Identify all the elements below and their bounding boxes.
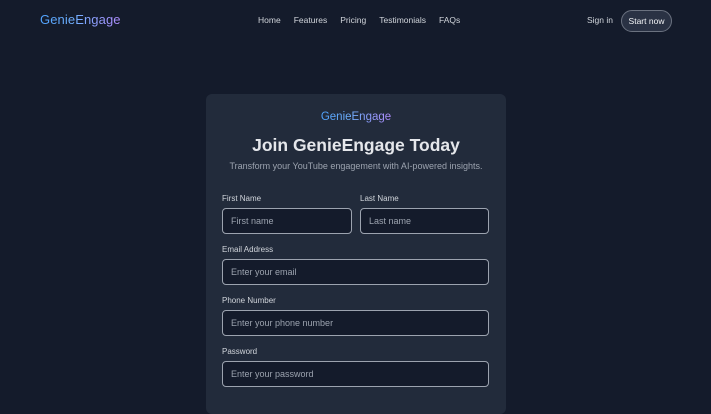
nav-link-pricing[interactable]: Pricing [340, 15, 366, 25]
signup-card: GenieEngage Join GenieEngage Today Trans… [206, 94, 506, 414]
phone-label: Phone Number [222, 296, 276, 305]
nav-link-home[interactable]: Home [258, 15, 281, 25]
nav-links: Home Features Pricing Testimonials FAQs [258, 15, 473, 25]
password-input[interactable] [222, 361, 489, 387]
email-input[interactable] [222, 259, 489, 285]
nav-link-faqs[interactable]: FAQs [439, 15, 460, 25]
last-name-label: Last Name [360, 194, 399, 203]
phone-input[interactable] [222, 310, 489, 336]
nav-link-features[interactable]: Features [294, 15, 328, 25]
email-label: Email Address [222, 245, 274, 254]
brand-logo[interactable]: GenieEngage [40, 12, 121, 27]
card-logo-text: GenieEngage [320, 111, 392, 123]
card-logo: GenieEngage [206, 111, 506, 123]
page-title: Join GenieEngage Today [252, 135, 460, 155]
first-name-label: First Name [222, 194, 262, 203]
start-now-button[interactable]: Start now [621, 10, 672, 32]
top-navigation: GenieEngage Home Features Pricing Testim… [0, 0, 711, 42]
nav-link-testimonials[interactable]: Testimonials [379, 15, 426, 25]
last-name-input[interactable] [360, 208, 489, 234]
first-name-input[interactable] [222, 208, 352, 234]
sign-in-link[interactable]: Sign in [587, 15, 613, 25]
page-subtitle: Transform your YouTube engagement with A… [229, 161, 483, 171]
password-label: Password [222, 347, 258, 356]
